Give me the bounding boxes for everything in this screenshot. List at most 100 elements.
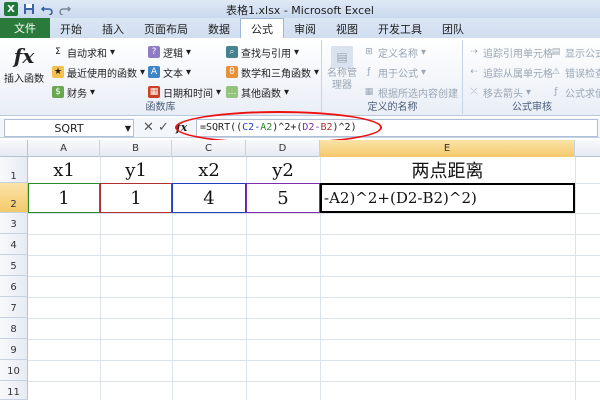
- trace-dependents-icon: ⇠: [470, 67, 478, 77]
- row-header-7[interactable]: 7: [0, 297, 28, 318]
- tab-insert[interactable]: 插入: [92, 19, 134, 38]
- dropdown-arrow-icon: ▾: [294, 46, 300, 58]
- enter-check-icon[interactable]: ✓: [158, 120, 169, 135]
- gridline: [28, 234, 600, 235]
- tab-team[interactable]: 团队: [432, 19, 474, 38]
- grid-icon: ▦: [364, 87, 374, 97]
- group-function-library: fx 插入函数 Σ 自动求和 ▾ ★ 最近使用的函数 ▾ $ 财务 ▾ ? 逻辑 ▾ A…: [0, 40, 322, 114]
- formula-icon: ƒ: [367, 67, 371, 77]
- trace-dependents-button[interactable]: ⇠ 追踪从属单元格: [468, 64, 553, 80]
- column-header-d[interactable]: D: [246, 140, 320, 157]
- dropdown-arrow-icon: ▾: [90, 86, 96, 98]
- dropdown-arrow-icon: ▾: [284, 86, 290, 98]
- cell-a1[interactable]: x1: [28, 157, 100, 183]
- show-formulas-button[interactable]: ▤ 显示公式: [550, 44, 600, 60]
- tab-view[interactable]: 视图: [326, 19, 368, 38]
- show-formulas-icon: ▤: [551, 47, 561, 57]
- trace-precedents-button[interactable]: ⇢ 追踪引用单元格: [468, 44, 553, 60]
- use-in-formula-button[interactable]: ƒ 用于公式 ▾: [363, 64, 426, 80]
- column-header-b[interactable]: B: [100, 140, 172, 157]
- error-checking-button[interactable]: ⚠ 错误检查: [550, 64, 600, 80]
- evaluate-formula-icon: ƒ: [554, 87, 558, 97]
- cell-d1[interactable]: y2: [246, 157, 320, 183]
- financial-icon: $: [52, 86, 64, 98]
- redo-icon[interactable]: [58, 2, 72, 16]
- cell-e2-editing[interactable]: -A2)^2+(D2-B2)^2): [320, 183, 575, 213]
- autosum-button[interactable]: Σ 自动求和 ▾: [52, 44, 115, 60]
- dropdown-arrow-icon: ▾: [216, 86, 222, 98]
- cell-e1[interactable]: 两点距离: [320, 157, 575, 183]
- row-header-5[interactable]: 5: [0, 255, 28, 276]
- quick-access-toolbar: X: [0, 2, 72, 16]
- title-bar: X 表格1.xlsx - Microsoft Excel: [0, 0, 600, 18]
- excel-logo-icon: X: [4, 2, 18, 16]
- fx-icon: fx: [13, 44, 35, 68]
- row-header-11[interactable]: 11: [0, 381, 28, 400]
- text-icon: A: [148, 66, 160, 78]
- name-manager-button[interactable]: ▤ 名称管理器: [327, 46, 357, 92]
- math-trig-button[interactable]: θ 数学和三角函数 ▾: [226, 64, 319, 80]
- save-icon[interactable]: [22, 2, 36, 16]
- remove-arrows-icon: ⤫: [470, 87, 478, 97]
- insert-function-button[interactable]: fx 插入函数: [4, 44, 44, 85]
- cell-d2[interactable]: 5: [246, 183, 320, 213]
- lookup-reference-button[interactable]: ⌕ 查找与引用 ▾: [226, 44, 299, 60]
- row-header-6[interactable]: 6: [0, 276, 28, 297]
- tab-review[interactable]: 审阅: [284, 19, 326, 38]
- column-header-a[interactable]: A: [28, 140, 100, 157]
- trace-precedents-icon: ⇢: [470, 47, 478, 57]
- tab-data[interactable]: 数据: [198, 19, 240, 38]
- window-title: 表格1.xlsx - Microsoft Excel: [226, 4, 374, 17]
- row-header-4[interactable]: 4: [0, 234, 28, 255]
- dropdown-arrow-icon: ▾: [110, 46, 116, 58]
- dropdown-arrow-icon: ▾: [314, 66, 320, 78]
- spreadsheet-grid[interactable]: A B C D E 1 2 3 4 5 6 7 8 9 10 11 x1 y1 …: [0, 140, 600, 400]
- dropdown-arrow-icon: ▾: [526, 86, 532, 98]
- tab-file[interactable]: 文件: [0, 18, 50, 38]
- logical-icon: ?: [148, 46, 160, 58]
- define-name-button[interactable]: ⊞ 定义名称 ▾: [363, 44, 426, 60]
- recent-functions-button[interactable]: ★ 最近使用的函数 ▾: [52, 64, 145, 80]
- group-label-defined-names: 定义的名称: [367, 102, 418, 113]
- column-header-e[interactable]: E: [320, 140, 575, 157]
- tab-home[interactable]: 开始: [50, 19, 92, 38]
- row-header-8[interactable]: 8: [0, 318, 28, 339]
- cell-a2[interactable]: 1: [28, 183, 100, 213]
- logical-button[interactable]: ? 逻辑 ▾: [148, 44, 191, 60]
- row-header-9[interactable]: 9: [0, 339, 28, 360]
- row-header-2[interactable]: 2: [0, 183, 28, 213]
- cell-b1[interactable]: y1: [100, 157, 172, 183]
- gridline: [28, 381, 600, 382]
- gridline: [28, 297, 600, 298]
- name-box[interactable]: SQRT ▼: [4, 119, 134, 137]
- calendar-icon: ▦: [148, 86, 160, 98]
- dropdown-arrow-icon: ▾: [140, 66, 146, 78]
- gridline: [28, 360, 600, 361]
- gridline: [28, 339, 600, 340]
- column-headers: A B C D E: [0, 140, 600, 157]
- sigma-icon: Σ: [55, 47, 61, 57]
- tab-developer[interactable]: 开发工具: [368, 19, 432, 38]
- lookup-icon: ⌕: [226, 46, 238, 58]
- text-button[interactable]: A 文本 ▾: [148, 64, 191, 80]
- cell-c2[interactable]: 4: [172, 183, 246, 213]
- row-header-10[interactable]: 10: [0, 360, 28, 381]
- group-defined-names: ▤ 名称管理器 ⊞ 定义名称 ▾ ƒ 用于公式 ▾ ▦ 根据所选内容创建 定义的名称: [323, 40, 463, 114]
- tab-formulas[interactable]: 公式: [240, 18, 284, 38]
- tab-page-layout[interactable]: 页面布局: [134, 19, 198, 38]
- undo-icon[interactable]: [40, 2, 54, 16]
- cancel-icon[interactable]: ✕: [143, 120, 154, 135]
- cell-c1[interactable]: x2: [172, 157, 246, 183]
- column-header-c[interactable]: C: [172, 140, 246, 157]
- tag-icon: ⊞: [365, 47, 373, 57]
- group-formula-auditing: ⇢ 追踪引用单元格 ⇠ 追踪从属单元格 ⤫ 移去箭头▾ ▤ 显示公式 ⚠ 错误检…: [464, 40, 600, 114]
- gridline: [28, 255, 600, 256]
- cell-b2[interactable]: 1: [100, 183, 172, 213]
- row-header-1[interactable]: 1: [0, 157, 28, 183]
- chevron-down-icon[interactable]: ▼: [125, 124, 131, 133]
- group-label-formula-auditing: 公式审核: [512, 102, 552, 113]
- dropdown-arrow-icon: ▾: [186, 66, 192, 78]
- gridline: [28, 213, 600, 214]
- select-all-corner[interactable]: [0, 140, 28, 157]
- row-header-3[interactable]: 3: [0, 213, 28, 234]
